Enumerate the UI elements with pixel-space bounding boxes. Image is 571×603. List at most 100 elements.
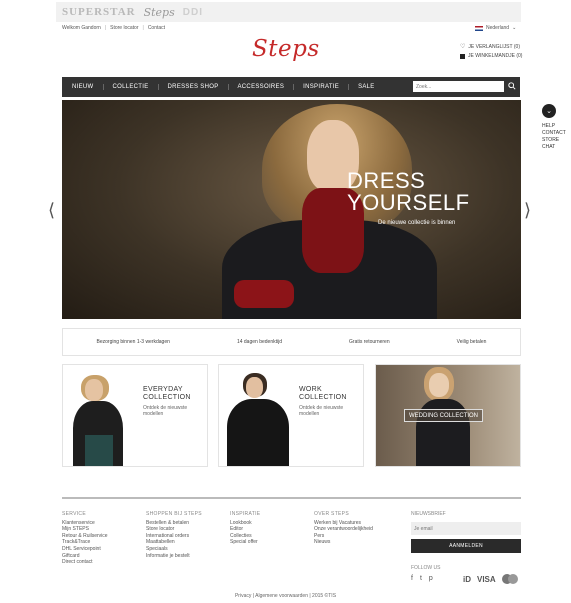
footer-link[interactable]: Direct contact	[62, 559, 108, 566]
hero-banner[interactable]: DRESS YOURSELF De nieuwe collectie is bi…	[62, 100, 521, 319]
heart-icon: ♡	[460, 44, 466, 50]
footer-link[interactable]: Pers	[314, 533, 373, 540]
footer-link[interactable]: Editor	[230, 526, 260, 533]
card-title: EVERYDAY COLLECTION	[143, 386, 191, 402]
newsletter-heading: NIEUWSBRIEF	[411, 511, 446, 517]
footer-link[interactable]: Giftcard	[62, 553, 108, 560]
model-face	[429, 373, 449, 397]
nav-item-dresses-shop[interactable]: DRESSES SHOP	[168, 84, 229, 90]
footer-heading: INSPIRATIE	[230, 511, 261, 517]
usp-bar: Bezorging binnen 1-3 werkdagen 14 dagen …	[62, 328, 521, 356]
footer-link[interactable]: Maattabellen	[146, 539, 202, 546]
usp-delivery: Bezorging binnen 1-3 werkdagen	[96, 339, 170, 345]
brand-steps-link[interactable]: Steps	[144, 6, 175, 19]
bag-icon	[460, 54, 465, 59]
hero-subtitle: De nieuwe collectie is binnen	[378, 220, 456, 226]
side-link-chat[interactable]: CHAT	[542, 144, 566, 151]
footer-link[interactable]: Speciaals	[146, 546, 202, 553]
ideal-icon: iD	[463, 574, 471, 584]
footer-link[interactable]: Werken bij Vacatures	[314, 520, 373, 527]
card-title: WORK COLLECTION	[299, 386, 347, 402]
language-label: Nederland	[486, 25, 510, 31]
usp-secure-payment: Veilig betalen	[456, 339, 487, 345]
footer-link[interactable]: Mijn STEPS	[62, 526, 108, 533]
usp-return-period: 14 dagen bedenktijd	[236, 339, 282, 345]
footer-link[interactable]: Special offer	[230, 539, 260, 546]
usp-free-returns: Gratis retourneren	[349, 339, 390, 345]
follow-us-heading: FOLLOW US	[411, 565, 441, 571]
footer-link[interactable]: Bestellen & betalen	[146, 520, 202, 527]
footer-link[interactable]: Track&Trace	[62, 539, 108, 546]
card-title-line1: EVERYDAY	[143, 386, 183, 393]
card-desc-line2: modellen	[299, 411, 320, 417]
search-input[interactable]	[413, 81, 504, 92]
twitter-icon[interactable]: t	[420, 575, 422, 582]
chevron-left-icon[interactable]: ⟨	[48, 200, 55, 221]
separator: |	[142, 25, 144, 31]
footer-column-inspiratie: INSPIRATIE Lookbook Editor Collecties Sp…	[230, 511, 260, 546]
footer-link[interactable]: Klantenservice	[62, 520, 108, 527]
payment-methods: iD VISA	[463, 574, 518, 584]
top-links: Welkom Gandorn | Store locator | Contact	[62, 25, 165, 31]
hero-model-sleeve	[234, 280, 294, 308]
model-skirt	[85, 435, 113, 466]
utility-links: ♡ JE VERLANGLIJST (0) JE WINKELMANDJE (0…	[460, 43, 522, 61]
side-link-contact[interactable]: CONTACT	[542, 130, 566, 137]
footer-link[interactable]: International orders	[146, 533, 202, 540]
footer-link[interactable]: Collecties	[230, 533, 260, 540]
work-collection-card[interactable]: WORK COLLECTION Ontdek de nieuwste model…	[218, 364, 364, 467]
card-description: Ontdek de nieuwste modellen	[299, 405, 343, 417]
side-link-help[interactable]: HELP	[542, 123, 566, 130]
visa-icon: VISA	[477, 574, 496, 584]
welcome-link[interactable]: Welkom Gandorn	[62, 25, 101, 31]
model-face	[85, 379, 103, 401]
footer-heading: SHOPPEN BIJ STEPS	[146, 511, 202, 517]
model-outfit	[227, 399, 289, 466]
chevron-right-icon[interactable]: ⟩	[524, 200, 531, 221]
wedding-collection-card[interactable]: WEDDING COLLECTION	[375, 364, 521, 467]
footer-divider	[62, 497, 521, 499]
card-desc-line2: modellen	[143, 411, 164, 417]
nav-item-inspiratie[interactable]: INSPIRATIE	[303, 84, 350, 90]
newsletter-email-input[interactable]	[411, 522, 521, 535]
card-description: Ontdek de nieuwste modellen	[143, 405, 187, 417]
chevron-down-icon: ⌄	[512, 25, 517, 31]
side-help-panel: ⌄ HELP CONTACT STORE CHAT	[542, 104, 566, 151]
cart-label: JE WINKELMANDJE (0)	[468, 53, 523, 59]
wedding-collection-label[interactable]: WEDDING COLLECTION	[404, 409, 484, 422]
pinterest-icon[interactable]: p	[429, 575, 433, 582]
contact-link[interactable]: Contact	[148, 25, 165, 31]
site-logo[interactable]: Steps	[252, 36, 320, 62]
language-selector[interactable]: Nederland ⌄	[475, 25, 516, 31]
footer-link[interactable]: Onze verantwoordelijkheid	[314, 526, 373, 533]
footer-column-shoppen: SHOPPEN BIJ STEPS Bestellen & betalen St…	[146, 511, 202, 559]
everyday-collection-card[interactable]: EVERYDAY COLLECTION Ontdek de nieuwste m…	[62, 364, 208, 467]
footer-link[interactable]: Informatie je bestelt	[146, 553, 202, 560]
store-locator-link[interactable]: Store locator	[110, 25, 138, 31]
search-icon[interactable]	[508, 82, 516, 90]
footer-link[interactable]: DHL Servicepoint	[62, 546, 108, 553]
brand-superstar-link[interactable]: SUPERSTAR	[62, 6, 136, 18]
footer-link[interactable]: Lookbook	[230, 520, 260, 527]
cart-link[interactable]: JE WINKELMANDJE (0)	[460, 52, 522, 61]
footer-column-service: SERVICE Klantenservice Mijn STEPS Retour…	[62, 511, 108, 566]
separator: |	[104, 25, 107, 31]
newsletter-subscribe-button[interactable]: AANMELDEN	[411, 539, 521, 553]
hero-title-line2: YOURSELF	[347, 190, 470, 215]
wishlist-label: JE VERLANGLIJST (0)	[468, 44, 520, 50]
mastercard-icon	[501, 574, 518, 584]
nav-item-accessoires[interactable]: ACCESSOIRES	[238, 84, 295, 90]
facebook-icon[interactable]: f	[411, 575, 413, 582]
brand-ddi-link[interactable]: DDI	[183, 7, 203, 18]
nav-item-nieuw[interactable]: NIEUW	[72, 84, 104, 90]
footer-link[interactable]: Retour & Ruilservice	[62, 533, 108, 540]
footer-bottom-links[interactable]: Privacy | Algemene voorwaarden | 2015 ©T…	[0, 593, 571, 599]
chevron-down-icon[interactable]: ⌄	[542, 104, 556, 118]
side-link-store[interactable]: STORE	[542, 137, 566, 144]
footer-link[interactable]: Store locator	[146, 526, 202, 533]
footer-link[interactable]: Nieuws	[314, 539, 373, 546]
card-title-line2: COLLECTION	[143, 394, 191, 401]
nav-item-sale[interactable]: SALE	[358, 84, 384, 90]
nav-item-collectie[interactable]: COLLECTIE	[113, 84, 159, 90]
wishlist-link[interactable]: ♡ JE VERLANGLIJST (0)	[460, 43, 522, 52]
